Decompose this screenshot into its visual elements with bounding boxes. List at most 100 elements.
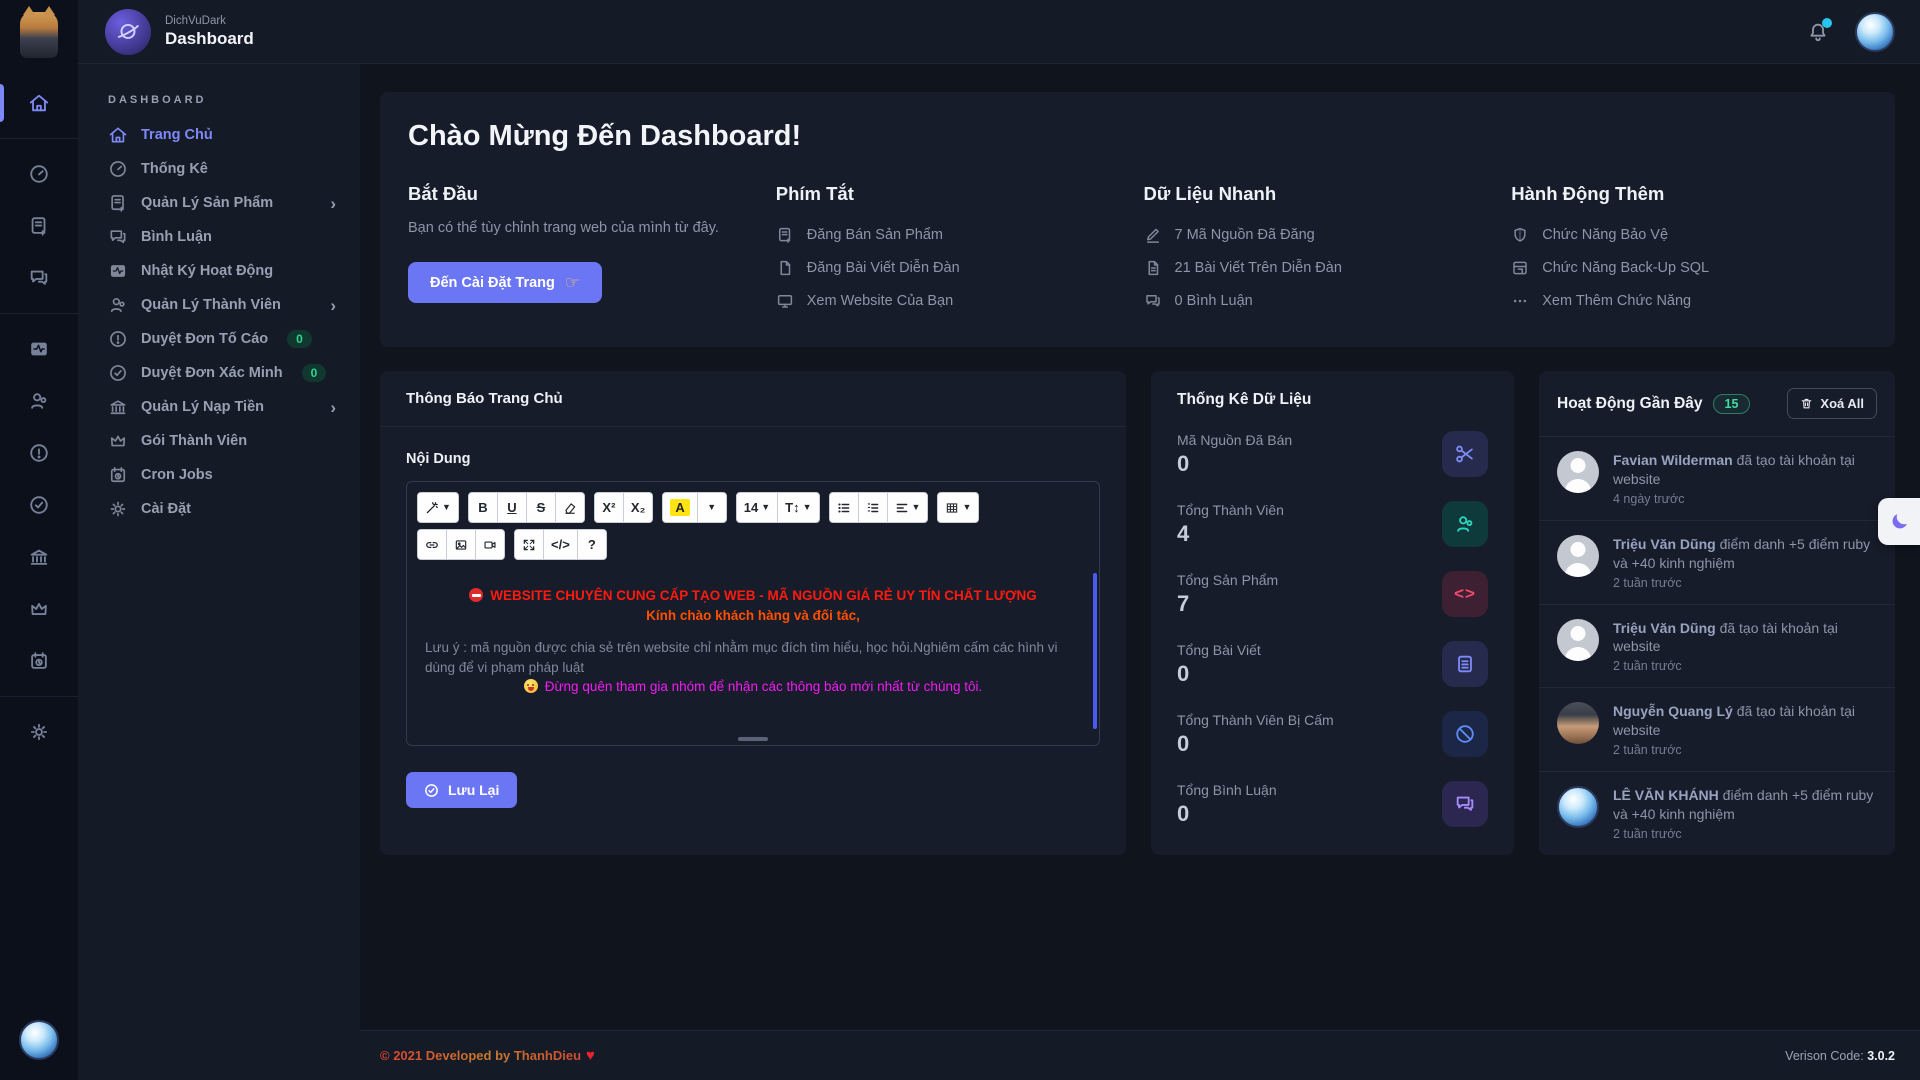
save-button[interactable]: Lưu Lại [406,772,517,808]
stat-thanh-vien-bi-cam: Tổng Thành Viên Bị Cấm 0 [1177,699,1488,769]
sidebar-item-duyet-don-xac-minh[interactable]: Duyệt Đơn Xác Minh 0 [108,356,336,390]
sidebar-item-duyet-don-to-cao[interactable]: Duyệt Đơn Tố Cáo 0 [108,322,336,356]
comment-icon [1442,781,1488,827]
table-button[interactable]: ▼ [937,492,979,523]
ban-icon [1442,711,1488,757]
sidebar-item-trang-chu[interactable]: Trang Chủ [108,118,336,152]
code-view-button[interactable]: </> [543,529,578,560]
rail-users-icon[interactable] [0,375,78,427]
statistics-title: Thống Kê Dữ Liệu [1177,391,1488,409]
sidebar-item-cai-dat[interactable]: Cài Đặt [108,492,336,526]
unordered-list-button[interactable] [829,492,859,523]
paragraph-align-button[interactable]: ▼ [887,492,929,523]
action-backup-sql[interactable]: Chức Năng Back-Up SQL [1511,251,1867,284]
video-button[interactable] [475,529,505,560]
scissors-icon [1442,431,1488,477]
underline-button[interactable]: U [497,492,527,523]
sidebar-item-quan-ly-nap-tien[interactable]: Quản Lý Nạp Tiền › [108,390,336,424]
comment-icon [108,227,128,247]
version-text: Verison Code: 3.0.2 [1785,1049,1895,1063]
icon-rail [0,0,78,1080]
help-button[interactable]: ? [577,529,607,560]
link-button[interactable] [417,529,447,560]
users-icon [108,295,128,315]
rail-user-avatar[interactable] [19,1020,59,1060]
rail-check-icon[interactable] [0,479,78,531]
announcement-card-title: Thông Báo Trang Chủ [380,371,1126,427]
product-icon [108,193,128,213]
sidebar-item-nhat-ky[interactable]: Nhật Ký Hoạt Động [108,254,336,288]
ordered-list-button[interactable] [858,492,888,523]
sidebar-item-cron-jobs[interactable]: Cron Jobs [108,458,336,492]
cat-avatar[interactable] [20,12,58,58]
chevron-right-icon: › [330,297,336,314]
clear-all-button[interactable]: Xoá All [1787,388,1877,419]
rail-product-icon[interactable] [0,200,78,252]
editor-resize-handle[interactable] [738,737,768,741]
editor-content[interactable]: WEBSITE CHUYÊN CUNG CẤP TẠO WEB - MÃ NGU… [407,570,1099,732]
image-icon [454,538,468,552]
winking-face-icon [524,679,538,693]
superscript-button[interactable]: X² [594,492,624,523]
quick-data-binh-luan[interactable]: 0 Bình Luận [1144,284,1500,317]
sidebar-item-quan-ly-san-pham[interactable]: Quản Lý Sản Phẩm › [108,186,336,220]
profile-avatar[interactable] [1855,12,1895,52]
strikethrough-button[interactable]: S [526,492,556,523]
stat-tong-san-pham: Tổng Sản Phẩm 7 <> [1177,559,1488,629]
rail-comment-icon[interactable] [0,252,78,304]
rail-crown-icon[interactable] [0,583,78,635]
eraser-button[interactable] [555,492,585,523]
gear-icon [108,499,128,519]
list-ol-icon [866,501,880,515]
style-button[interactable]: ▼ [417,492,459,523]
quick-data-ma-nguon[interactable]: 7 Mã Nguồn Đã Đăng [1144,218,1500,251]
font-color-dropdown[interactable]: ▼ [697,492,727,523]
quick-data-column: Dữ Liệu Nhanh 7 Mã Nguồn Đã Đăng 21 Bài … [1144,183,1500,317]
rail-activity-icon[interactable] [0,323,78,375]
crown-icon [108,431,128,451]
announcement-line-4: Đừng quên tham gia nhóm để nhận các thôn… [425,677,1081,697]
check-icon [108,363,128,383]
pointing-hand-icon: ☞ [565,274,580,291]
image-button[interactable] [446,529,476,560]
line-height-dropdown[interactable]: T↕▼ [777,492,819,523]
calendar-icon [108,465,128,485]
shortcut-xem-website[interactable]: Xem Website Của Bạn [776,284,1132,317]
copyright-text: © 2021 Developed by ThanhDieu [380,1048,581,1063]
editor-scrollbar[interactable] [1093,573,1097,729]
avatar [1557,702,1599,744]
notification-bell-icon[interactable] [1807,21,1829,43]
shortcut-dang-ban-san-pham[interactable]: Đăng Bán Sản Phẩm [776,218,1132,251]
avatar [1557,451,1599,493]
rail-bank-icon[interactable] [0,531,78,583]
shortcut-dang-bai-viet[interactable]: Đăng Bài Viết Diễn Đàn [776,251,1132,284]
gauge-icon [108,159,128,179]
sidebar-item-goi-thanh-vien[interactable]: Gói Thành Viên [108,424,336,458]
action-xem-them[interactable]: Xem Thêm Chức Năng [1511,284,1867,317]
rail-home-icon[interactable] [0,77,78,129]
sidebar-item-binh-luan[interactable]: Bình Luận [108,220,336,254]
subscript-button[interactable]: X₂ [623,492,653,523]
rail-gear-icon[interactable] [0,706,78,758]
rail-calendar-icon[interactable] [0,635,78,687]
sidebar-item-thong-ke[interactable]: Thống Kê [108,152,336,186]
home-icon [108,125,128,145]
font-color-button[interactable]: A [662,492,697,523]
fullscreen-button[interactable] [514,529,544,560]
get-started-description: Bạn có thể tùy chỉnh trang web của mình … [408,218,764,238]
sidebar: DASHBOARD Trang Chủ Thống Kê Quản Lý Sản… [78,64,360,1080]
video-icon [483,538,497,552]
bold-button[interactable]: B [468,492,498,523]
rail-alert-icon[interactable] [0,427,78,479]
stat-tong-thanh-vien: Tổng Thành Viên 4 [1177,489,1488,559]
go-to-settings-button[interactable]: Đến Cài Đặt Trang ☞ [408,262,602,303]
dark-mode-toggle[interactable] [1878,498,1920,545]
sidebar-item-quan-ly-thanh-vien[interactable]: Quản Lý Thành Viên › [108,288,336,322]
quick-data-bai-viet[interactable]: 21 Bài Viết Trên Diễn Đàn [1144,251,1500,284]
comment-icon [1144,292,1162,310]
ellipsis-icon [1511,292,1529,310]
chevron-right-icon: › [330,399,336,416]
action-bao-ve[interactable]: Chức Năng Bảo Vệ [1511,218,1867,251]
rail-gauge-icon[interactable] [0,148,78,200]
font-size-dropdown[interactable]: 14▼ [736,492,778,523]
